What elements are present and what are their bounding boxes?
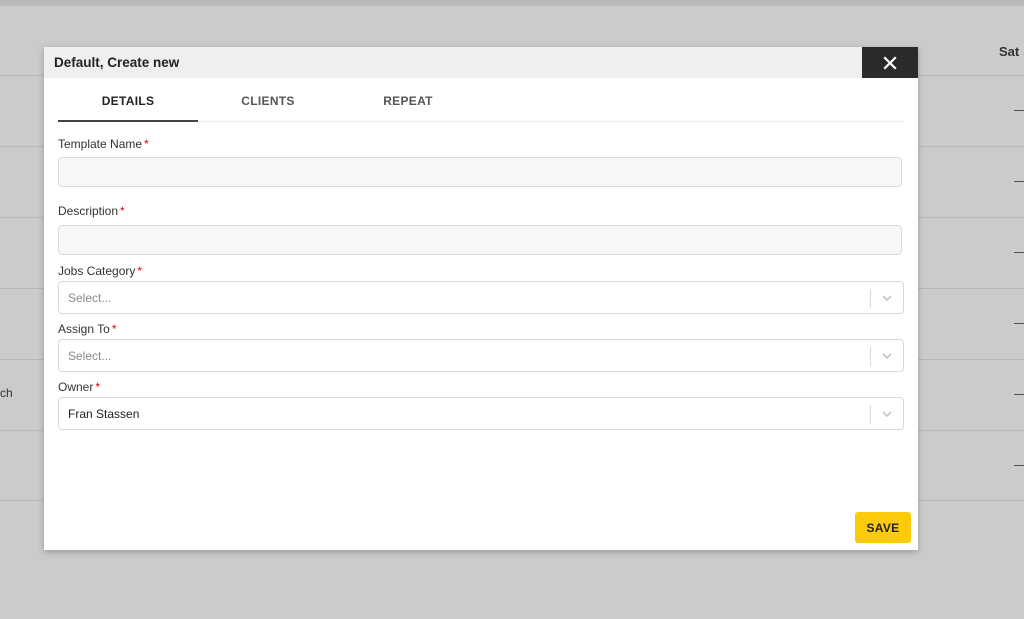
- required-asterisk: *: [144, 137, 149, 151]
- select-separator: [870, 405, 871, 424]
- create-template-dialog: Default, Create new DETAILS CLIENTS REPE…: [44, 47, 918, 550]
- template-name-label: Template Name *: [58, 137, 149, 151]
- empty-cell-dash: [1014, 465, 1024, 466]
- close-icon: [883, 55, 897, 70]
- assign-to-label-text: Assign To: [58, 322, 110, 336]
- required-asterisk: *: [95, 380, 101, 394]
- save-button[interactable]: SAVE: [855, 512, 911, 543]
- empty-cell-dash: [1014, 110, 1024, 111]
- empty-cell-dash: [1014, 323, 1024, 324]
- empty-cell-dash: [1014, 181, 1024, 182]
- description-label-text: Description: [58, 204, 119, 218]
- tab-details[interactable]: DETAILS: [58, 81, 198, 122]
- empty-cell-dash: [1014, 252, 1024, 253]
- jobs-category-value: Select...: [68, 291, 112, 305]
- dialog-title: Default, Create new: [54, 55, 180, 70]
- assign-to-select[interactable]: Select...: [58, 339, 904, 372]
- select-separator: [870, 347, 871, 366]
- required-asterisk: *: [120, 204, 125, 218]
- owner-label: Owner *: [58, 380, 100, 394]
- chevron-down-icon[interactable]: [879, 348, 895, 364]
- description-input[interactable]: [58, 225, 902, 255]
- assign-to-value: Select...: [68, 349, 112, 363]
- owner-value: Fran Stassen: [68, 407, 140, 421]
- jobs-category-label: Jobs Category *: [58, 264, 142, 278]
- template-name-input[interactable]: [58, 157, 902, 187]
- jobs-category-label-text: Jobs Category: [58, 264, 136, 278]
- empty-cell-dash: [1014, 394, 1024, 395]
- owner-label-text: Owner: [58, 380, 94, 394]
- tab-repeat[interactable]: REPEAT: [338, 81, 478, 121]
- column-header-sat: Sat: [999, 44, 1020, 59]
- dialog-header: Default, Create new: [44, 47, 918, 78]
- jobs-category-select[interactable]: Select...: [58, 281, 904, 314]
- chevron-down-icon[interactable]: [879, 406, 895, 422]
- tab-clients[interactable]: CLIENTS: [198, 81, 338, 121]
- row-label-fragment: ch: [0, 386, 13, 400]
- template-name-label-text: Template Name: [58, 137, 143, 151]
- assign-to-label: Assign To *: [58, 322, 116, 336]
- owner-select[interactable]: Fran Stassen: [58, 397, 904, 430]
- required-asterisk: *: [137, 264, 143, 278]
- close-button[interactable]: [862, 47, 918, 78]
- required-asterisk: *: [111, 322, 117, 336]
- description-label: Description *: [58, 204, 125, 218]
- select-separator: [870, 289, 871, 308]
- chevron-down-icon[interactable]: [879, 290, 895, 306]
- tab-bar: DETAILS CLIENTS REPEAT: [58, 81, 904, 122]
